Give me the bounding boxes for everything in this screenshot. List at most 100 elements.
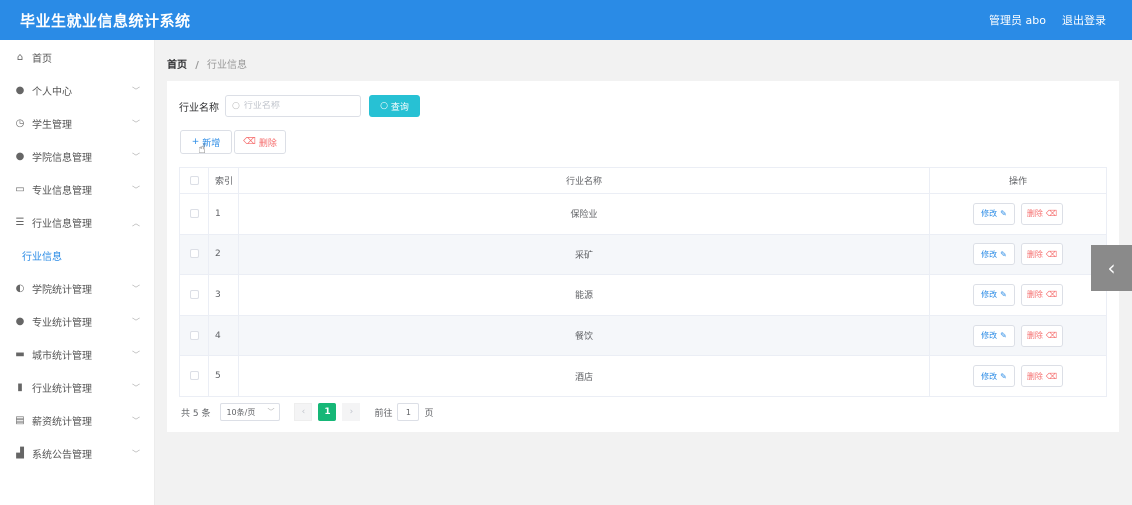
search-box: ○ — [225, 95, 361, 117]
sidebar-item-major-info[interactable]: ▭ 专业信息管理 ﹀ — [0, 173, 154, 206]
query-button[interactable]: ○ 查询 — [369, 95, 420, 117]
row-checkbox[interactable] — [189, 208, 199, 218]
batch-delete-button[interactable]: ⌫ 删除 — [234, 130, 286, 154]
sidebar-item-home[interactable]: ⌂ 首页 — [0, 41, 154, 74]
row-checkbox[interactable] — [189, 249, 199, 259]
home-icon: ⌂ — [16, 52, 24, 63]
select-all-checkbox[interactable] — [189, 175, 199, 185]
goto-page-input[interactable] — [397, 403, 420, 421]
edit-label: 修改 — [981, 331, 998, 341]
chevron-down-icon: ﹀ — [132, 185, 140, 194]
edit-icon: ✎ — [1000, 209, 1007, 219]
delete-button[interactable]: 删除 ⌫ — [1021, 243, 1063, 266]
delete-button[interactable]: 删除 ⌫ — [1021, 324, 1063, 347]
row-checkbox-cell — [179, 233, 209, 276]
row-name: 餐饮 — [238, 314, 930, 357]
sidebar-item-major-stats[interactable]: ● 专业统计管理 ﹀ — [0, 305, 154, 338]
row-index: 4 — [208, 314, 239, 357]
prev-page-button[interactable]: ‹ — [294, 403, 313, 421]
edit-icon: ✎ — [1000, 249, 1007, 259]
trash-icon: ⌫ — [1045, 290, 1058, 300]
chevron-down-icon: ﹀ — [132, 86, 140, 95]
search-icon: ○ — [232, 101, 240, 111]
delete-button[interactable]: 删除 ⌫ — [1021, 365, 1063, 388]
trash-icon: ⌫ — [1045, 371, 1058, 381]
sidebar-item-label: 行业统计管理 — [32, 384, 92, 395]
edit-button[interactable]: 修改 ✎ — [973, 243, 1015, 266]
collapse-panel-button[interactable]: ‹ — [1091, 245, 1132, 291]
app-title: 毕业生就业信息统计系统 — [20, 11, 191, 30]
sidebar-item-salary-stats[interactable]: ▤ 薪资统计管理 ﹀ — [0, 404, 154, 437]
edit-label: 修改 — [981, 290, 998, 300]
header-index: 索引 — [208, 167, 239, 194]
sidebar-item-label: 学院统计管理 — [32, 285, 92, 296]
main-content: 首页 / 行业信息 行业名称 ○ ○ 查询 + 新增 ⌫ 删除 ☝ — [155, 40, 1132, 505]
delete-button[interactable]: 删除 ⌫ — [1021, 202, 1063, 225]
chart-icon: ▟ — [16, 448, 24, 459]
chevron-down-icon: ﹀ — [132, 119, 140, 128]
sidebar-item-label: 薪资统计管理 — [32, 417, 92, 428]
sidebar-item-label: 系统公告管理 — [32, 450, 92, 461]
chevron-down-icon: ﹀ — [132, 284, 140, 293]
row-name: 能源 — [238, 274, 930, 316]
add-button[interactable]: + 新增 — [180, 130, 232, 154]
sidebar-item-college-info[interactable]: ● 学院信息管理 ﹀ — [0, 140, 154, 173]
edit-icon: ✎ — [1000, 331, 1007, 341]
trash-icon: ⌫ — [1045, 249, 1058, 259]
current-user: 管理员 abo — [989, 14, 1046, 27]
page-size-select[interactable]: 10条/页 ﹀ — [220, 403, 281, 421]
sidebar-item-college-stats[interactable]: ◐ 学院统计管理 ﹀ — [0, 272, 154, 305]
sidebar-subitem-industry[interactable]: 行业信息 — [0, 239, 154, 272]
edit-button[interactable]: 修改 ✎ — [973, 202, 1015, 225]
row-name: 采矿 — [238, 233, 930, 276]
trash-icon: ⌫ — [1045, 209, 1058, 219]
action-buttons: + 新增 ⌫ 删除 — [180, 130, 286, 154]
row-checkbox-cell — [179, 355, 209, 397]
row-checkbox[interactable] — [189, 330, 199, 340]
row-ops: 修改 ✎ 删除 ⌫ — [929, 355, 1107, 397]
edit-label: 修改 — [981, 209, 998, 219]
chevron-down-icon: ﹀ — [132, 152, 140, 161]
row-index: 2 — [208, 233, 239, 276]
search-input[interactable] — [243, 101, 354, 111]
logout-link[interactable]: 退出登录 — [1062, 12, 1106, 28]
bar-chart-icon: ▮ — [17, 382, 23, 393]
trash-icon: ⌫ — [243, 137, 256, 147]
row-index: 3 — [208, 274, 239, 316]
delete-label: 删除 — [1026, 331, 1043, 341]
row-ops: 修改 ✎ 删除 ⌫ — [929, 193, 1107, 235]
add-button-label: 新增 — [202, 138, 221, 149]
sidebar-item-label: 首页 — [32, 54, 52, 65]
sidebar-item-industry-info[interactable]: ☰ 行业信息管理 ︿ — [0, 206, 154, 239]
row-ops: 修改 ✎ 删除 ⌫ — [929, 314, 1107, 357]
sidebar-item-label: 行业信息管理 — [32, 219, 92, 230]
breadcrumb: 首页 / 行业信息 — [167, 56, 247, 71]
next-page-button[interactable]: › — [342, 403, 361, 421]
breadcrumb-home[interactable]: 首页 — [167, 60, 187, 71]
row-checkbox[interactable] — [189, 371, 199, 381]
sidebar-item-personal[interactable]: ● 个人中心 ﹀ — [0, 74, 154, 107]
row-checkbox[interactable] — [189, 289, 199, 299]
row-checkbox-cell — [179, 274, 209, 316]
sidebar-item-industry-stats[interactable]: ▮ 行业统计管理 ﹀ — [0, 371, 154, 404]
page-size-value: 10条/页 — [226, 407, 256, 417]
sidebar-item-label: 专业信息管理 — [32, 186, 92, 197]
sidebar-item-city-stats[interactable]: ▬ 城市统计管理 ﹀ — [0, 338, 154, 371]
table-row: 4 餐饮 修改 ✎ 删除 ⌫ — [179, 314, 1107, 357]
edit-button[interactable]: 修改 ✎ — [973, 365, 1015, 388]
sidebar-item-announcements[interactable]: ▟ 系统公告管理 ﹀ — [0, 437, 154, 470]
table-row: 1 保险业 修改 ✎ 删除 ⌫ — [179, 193, 1107, 235]
sidebar-item-students[interactable]: ◷ 学生管理 ﹀ — [0, 107, 154, 140]
location-icon: ● — [15, 151, 25, 162]
page-number-button[interactable]: 1 — [318, 403, 337, 421]
row-checkbox-cell — [179, 314, 209, 357]
edit-button[interactable]: 修改 ✎ — [973, 283, 1015, 306]
row-index: 1 — [208, 193, 239, 235]
edit-button[interactable]: 修改 ✎ — [973, 324, 1015, 347]
row-checkbox-cell — [179, 193, 209, 235]
delete-button[interactable]: 删除 ⌫ — [1021, 283, 1063, 306]
document-icon: ▤ — [15, 415, 25, 426]
delete-button-label: 删除 — [258, 138, 277, 149]
sidebar-item-label: 个人中心 — [32, 87, 72, 98]
pagination-total: 共 5 条 — [181, 408, 211, 419]
